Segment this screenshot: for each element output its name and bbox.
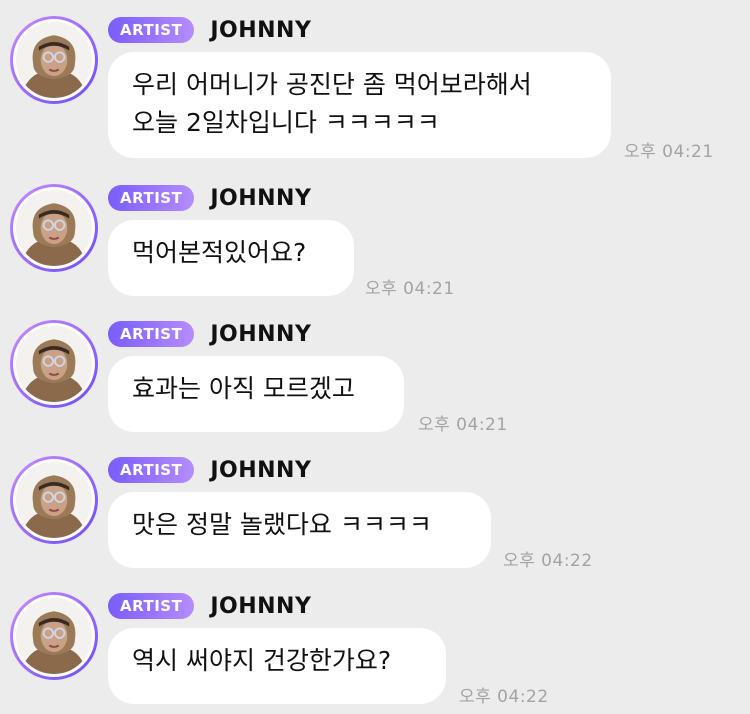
avatar-photo-icon — [21, 35, 87, 98]
author-name[interactable]: JOHNNY — [210, 458, 311, 483]
artist-avatar[interactable] — [10, 16, 98, 104]
message-time: 오후 04:21 — [365, 279, 455, 299]
artist-badge: ARTIST — [108, 17, 195, 43]
artist-avatar[interactable] — [10, 320, 98, 408]
avatar-photo-icon — [21, 611, 87, 674]
artist-avatar[interactable] — [10, 456, 98, 544]
message-text-line: 우리 어머니가 공진단 좀 먹어보라해서 — [132, 70, 532, 99]
artist-badge: ARTIST — [108, 593, 195, 619]
artist-avatar[interactable] — [10, 184, 98, 272]
avatar-photo-icon — [21, 339, 87, 402]
avatar-photo — [13, 19, 95, 101]
author-name[interactable]: JOHNNY — [210, 594, 311, 619]
chat-message: ARTIST JOHNNY 먹어본적있어요? 오후 04:21 — [0, 168, 750, 304]
message-time: 오후 04:21 — [624, 142, 714, 162]
message-time: 오후 04:22 — [503, 551, 593, 571]
author-name[interactable]: JOHNNY — [210, 186, 311, 211]
message-text-line: 효과는 아직 모르겠고 — [132, 374, 355, 403]
artist-badge: ARTIST — [108, 321, 195, 347]
avatar-photo — [13, 595, 95, 677]
avatar-photo — [13, 323, 95, 405]
message-bubble[interactable]: 역시 써야지 건강한가요? — [108, 628, 446, 704]
message-text-line: 역시 써야지 건강한가요? — [132, 646, 392, 675]
avatar-photo — [13, 459, 95, 541]
avatar-photo-icon — [21, 475, 87, 538]
message-bubble[interactable]: 우리 어머니가 공진단 좀 먹어보라해서 오늘 2일차입니다 ㅋㅋㅋㅋㅋ — [108, 52, 611, 158]
message-time: 오후 04:22 — [459, 687, 549, 707]
message-bubble[interactable]: 맛은 정말 놀랬다요 ㅋㅋㅋㅋ — [108, 492, 491, 568]
message-bubble[interactable]: 효과는 아직 모르겠고 — [108, 356, 404, 432]
message-bubble[interactable]: 먹어본적있어요? — [108, 220, 354, 296]
chat-log: ARTIST JOHNNY 우리 어머니가 공진단 좀 먹어보라해서 오늘 2일… — [0, 0, 750, 714]
avatar-photo-icon — [21, 203, 87, 266]
chat-message: ARTIST JOHNNY 역시 써야지 건강한가요? 오후 04:22 — [0, 576, 750, 712]
message-header: ARTIST JOHNNY — [108, 184, 311, 212]
chat-message: ARTIST JOHNNY 맛은 정말 놀랬다요 ㅋㅋㅋㅋ 오후 04:22 — [0, 440, 750, 576]
artist-badge: ARTIST — [108, 185, 195, 211]
message-time: 오후 04:21 — [418, 415, 508, 435]
message-text-line: 먹어본적있어요? — [132, 238, 307, 267]
author-name[interactable]: JOHNNY — [210, 18, 311, 43]
message-header: ARTIST JOHNNY — [108, 456, 311, 484]
artist-badge: ARTIST — [108, 457, 195, 483]
author-name[interactable]: JOHNNY — [210, 322, 311, 347]
message-header: ARTIST JOHNNY — [108, 16, 311, 44]
message-text-line: 오늘 2일차입니다 ㅋㅋㅋㅋㅋ — [132, 108, 440, 137]
message-header: ARTIST JOHNNY — [108, 592, 311, 620]
message-text-line: 맛은 정말 놀랬다요 ㅋㅋㅋㅋ — [132, 510, 432, 539]
chat-message: ARTIST JOHNNY 효과는 아직 모르겠고 오후 04:21 — [0, 304, 750, 440]
chat-message: ARTIST JOHNNY 우리 어머니가 공진단 좀 먹어보라해서 오늘 2일… — [0, 0, 750, 162]
avatar-photo — [13, 187, 95, 269]
artist-avatar[interactable] — [10, 592, 98, 680]
message-header: ARTIST JOHNNY — [108, 320, 311, 348]
